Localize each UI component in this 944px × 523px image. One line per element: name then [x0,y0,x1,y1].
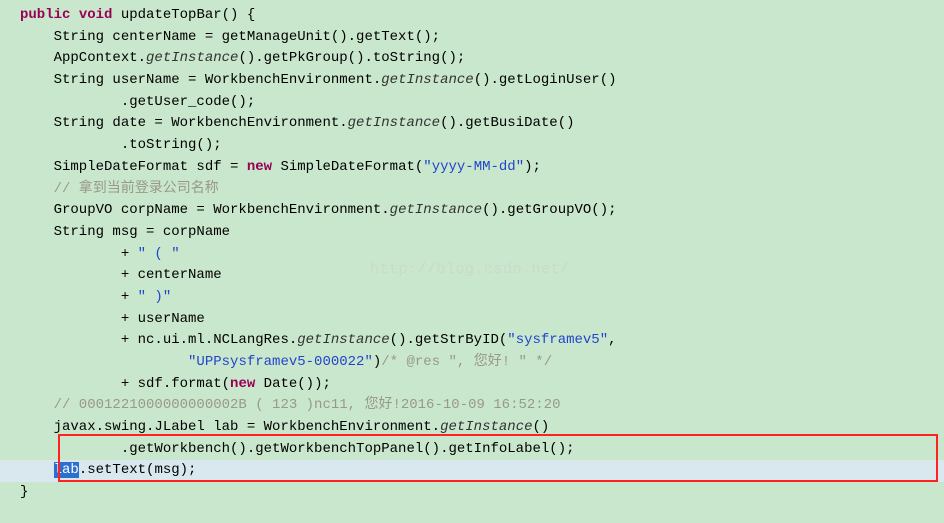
keyword: new [230,376,255,392]
string-literal: "yyyy-MM-dd" [423,159,524,175]
code-line: // 0001221000000000002B ( 123 )nc11, 您好!… [0,395,944,417]
keyword: public [20,7,70,23]
code-line: + sdf.format(new Date()); [0,374,944,396]
string-literal: " )" [138,289,172,305]
code-line: // 拿到当前登录公司名称 [0,179,944,201]
string-literal: "UPPsysframev5-000022" [188,354,373,370]
comment: /* @res ", 您好! " */ [381,354,552,370]
string-literal: " ( " [138,246,180,262]
code-line: + " )" [0,287,944,309]
watermark: http://blog.csdn.net/ [370,258,570,281]
code-line: } [0,482,944,504]
code-line: + nc.ui.ml.NCLangRes.getInstance().getSt… [0,330,944,352]
keyword: new [247,159,272,175]
italic-method: getInstance [381,72,473,88]
code-editor[interactable]: public void updateTopBar() { String cent… [0,5,944,504]
keyword: void [79,7,113,23]
italic-method: getInstance [348,115,440,131]
italic-method: getInstance [297,332,389,348]
code-line: .getWorkbench().getWorkbenchTopPanel().g… [0,439,944,461]
code-line: public void updateTopBar() { [0,5,944,27]
code-line: "UPPsysframev5-000022")/* @res ", 您好! " … [0,352,944,374]
code-line: .toString(); [0,135,944,157]
code-line: GroupVO corpName = WorkbenchEnvironment.… [0,200,944,222]
code-line: + userName [0,309,944,331]
italic-method: getInstance [390,202,482,218]
comment: // 0001221000000000002B ( 123 )nc11, 您好!… [20,397,560,413]
code-text: updateTopBar() { [112,7,255,23]
italic-method: getInstance [146,50,238,66]
code-line: .getUser_code(); [0,92,944,114]
code-line: javax.swing.JLabel lab = WorkbenchEnviro… [0,417,944,439]
string-literal: "sysframev5" [507,332,608,348]
italic-method: getInstance [440,419,532,435]
text-selection: lab [54,462,79,478]
active-line: lab.setText(msg); [0,460,944,482]
code-line: String date = WorkbenchEnvironment.getIn… [0,113,944,135]
code-line: String centerName = getManageUnit().getT… [0,27,944,49]
code-line: AppContext.getInstance().getPkGroup().to… [0,48,944,70]
code-line: SimpleDateFormat sdf = new SimpleDateFor… [0,157,944,179]
comment: // 拿到当前登录公司名称 [20,181,219,197]
code-line: String msg = corpName [0,222,944,244]
code-line: String userName = WorkbenchEnvironment.g… [0,70,944,92]
